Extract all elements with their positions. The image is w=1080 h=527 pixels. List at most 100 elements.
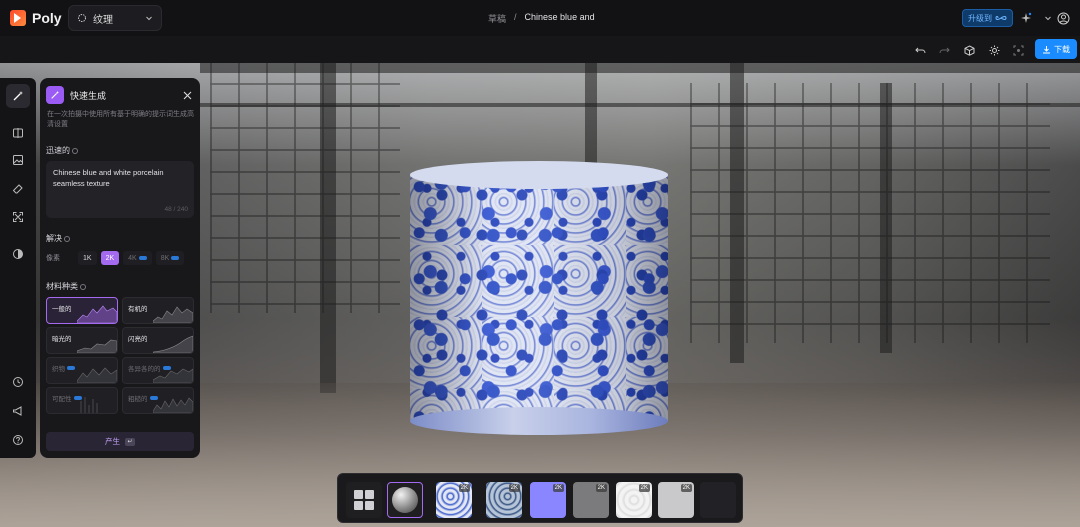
resolution-option-label: 1K [83,254,92,262]
resolution-option-1k[interactable]: 1K [78,251,97,265]
texture-icon [78,14,86,22]
resolution-tag: 2K [458,484,470,492]
image-icon[interactable] [10,152,26,168]
half-circle-icon[interactable] [10,246,26,262]
upgrade-button[interactable]: 升级到 [962,9,1013,27]
material-option-label: 一般的 [52,306,72,313]
resolution-tag: 2K [638,484,650,492]
material-option-fabric[interactable]: 织物 [46,357,118,384]
chevron-down-icon[interactable] [1040,10,1056,26]
infinity-icon [995,16,1007,20]
resolution-option-8k[interactable]: 8K [155,251,185,265]
eraser-icon[interactable] [10,181,26,197]
material-option-rough[interactable]: 粗糙的 [122,387,194,414]
sparkle-icon[interactable] [1018,10,1034,26]
ao-map-thumb[interactable]: 2K [486,482,522,518]
surface-preview-icon [77,305,117,323]
pro-badge-icon [67,366,75,370]
surface-preview-icon [153,335,193,353]
material-option-label: 闪亮的 [128,336,148,343]
empty-map-slot[interactable] [700,482,736,518]
material-option-organic[interactable]: 有机的 [122,297,194,324]
mode-selector[interactable]: 纹理 [68,5,162,31]
quick-generate-panel: 快速生成 在一次拍摄中使用所有基于明确的提示词生成高清设置 迅速的 Chines… [40,78,200,458]
prompt-input-value: Chinese blue and white porcelain seamles… [53,168,164,188]
cube-icon[interactable] [961,42,977,58]
generate-button[interactable]: 产生 ↵ [46,432,194,451]
sphere-preview-thumb[interactable] [387,482,423,518]
height-map-thumb[interactable]: 2K [573,482,609,518]
resolution-option-label: 4K [128,254,137,262]
info-icon[interactable] [80,283,86,290]
close-icon[interactable] [180,88,194,102]
surface-preview-icon [80,397,98,413]
resolution-option-2k[interactable]: 2K [100,251,120,265]
material-option-label: 可配性 [52,396,72,403]
left-tool-rail [0,78,36,458]
normal-map-thumb[interactable]: 2K [530,482,566,518]
redo-icon[interactable] [936,42,952,58]
download-icon [1043,45,1050,53]
warehouse-window-right [690,83,1050,343]
prompt-label: 迅速的 [46,145,78,156]
megaphone-icon[interactable] [10,403,26,419]
roughness-map-thumb[interactable]: 2K [616,482,652,518]
breadcrumb-separator: / [514,12,517,22]
base-color-map-thumb[interactable]: 2K [436,482,472,518]
material-option-general[interactable]: 一般的 [46,297,118,324]
generate-label: 产生 [105,437,120,446]
app-logo[interactable]: Poly [10,10,62,26]
prompt-label-text: 迅速的 [46,146,70,155]
resolution-tag: 2K [508,484,520,492]
resolution-label-text: 解决 [46,234,62,243]
help-icon[interactable] [10,432,26,448]
resolution-option-label: 8K [160,254,170,262]
pro-badge-icon [138,256,147,260]
resolution-option-4k[interactable]: 4K [123,251,152,265]
material-option-label: 织物 [52,366,65,373]
compare-icon[interactable] [10,125,26,141]
material-option-configurable[interactable]: 可配性 [46,387,118,414]
steel-column [320,63,336,393]
info-icon[interactable] [72,147,78,154]
material-option-label: 有机的 [128,306,148,313]
panel-description: 在一次拍摄中使用所有基于明确的提示词生成高清设置 [47,111,194,128]
material-map-strip: 2K 2K 2K 2K 2K 2K [337,473,743,523]
prompt-input[interactable]: Chinese blue and white porcelain seamles… [46,161,194,218]
undo-icon[interactable] [912,42,928,58]
cylinder-bottom [410,407,668,435]
surface-preview-icon [77,367,117,383]
cylinder-top [410,161,668,189]
expand-icon[interactable] [10,209,26,225]
viewport-toolbar: 下载 [0,36,1080,63]
surface-preview-icon [153,397,193,413]
resolution-tag: 2K [595,484,607,492]
history-icon[interactable] [10,374,26,390]
app-name: Poly [32,10,62,26]
grid-view-button[interactable] [346,482,382,518]
mode-selector-label: 纹理 [93,14,113,26]
material-option-varied[interactable]: 各异各的的 [122,357,194,384]
user-avatar-icon[interactable] [1055,10,1071,26]
focus-icon[interactable] [1010,42,1026,58]
material-type-grid: 一般的 有机的 暗光的 闪亮的 织物 各异各的的 可配性 粗糙的 [46,297,194,414]
download-button[interactable]: 下载 [1035,39,1077,59]
pixel-label: 像素 [46,255,60,262]
top-bar: Poly 纹理 草稿 / Chinese blue and w 升级到 [0,0,1080,36]
steel-column [880,83,892,353]
cylinder-shading [410,173,668,421]
enter-key-icon: ↵ [125,437,135,446]
metallic-map-thumb[interactable]: 2K [658,482,694,518]
resolution-label: 解决 [46,233,70,244]
info-icon[interactable] [64,235,70,242]
material-option-matte[interactable]: 暗光的 [46,327,118,354]
grid-icon [354,490,374,510]
resolution-tag: 2K [552,484,564,492]
breadcrumb: 草稿 / Chinese blue and w [488,12,595,25]
panel-title: 快速生成 [70,90,107,101]
breadcrumb-parent[interactable]: 草稿 [488,12,506,25]
magic-wand-icon[interactable] [6,84,30,108]
lighting-icon[interactable] [986,42,1002,58]
material-option-shiny[interactable]: 闪亮的 [122,327,194,354]
material-type-label: 材料种类 [46,281,86,292]
